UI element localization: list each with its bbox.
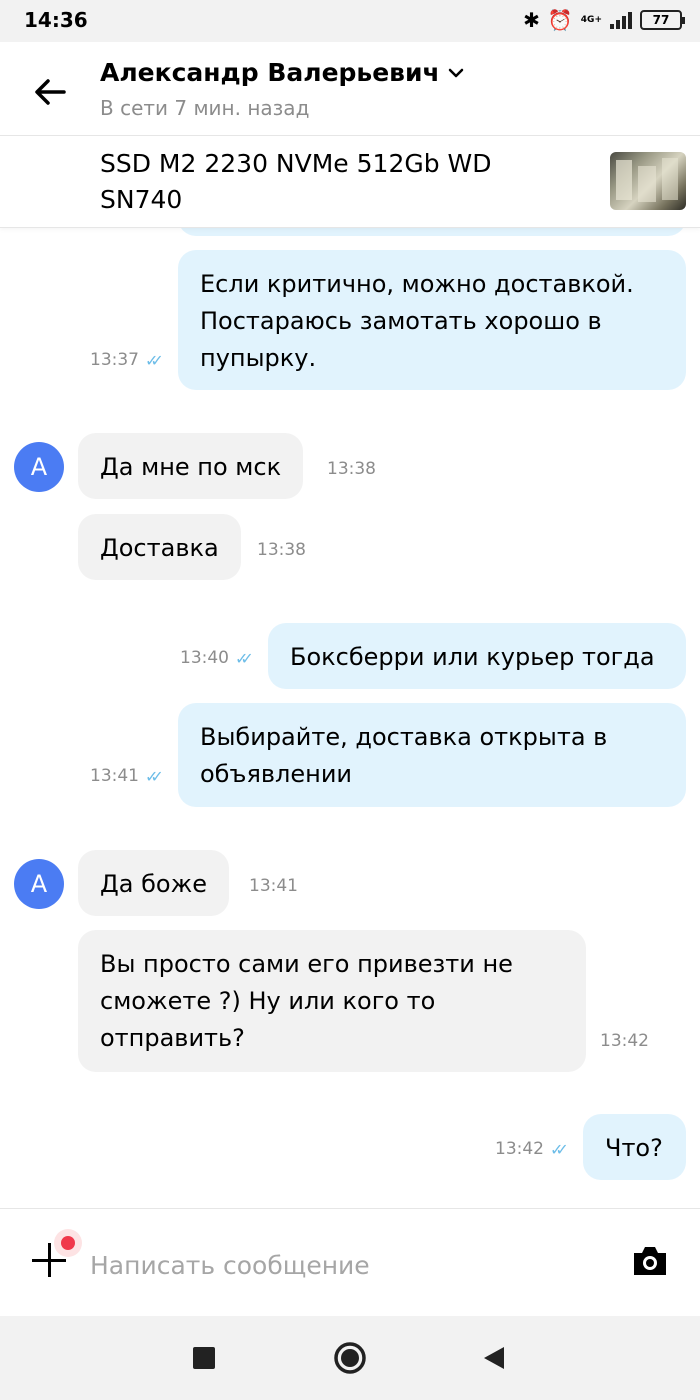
message-input[interactable] — [90, 1245, 590, 1285]
recents-button[interactable] — [186, 1340, 222, 1376]
nav-circle-icon — [334, 1342, 366, 1374]
contact-name: Александр Валерьевич — [100, 58, 440, 87]
battery-level: 77 — [652, 13, 670, 27]
notification-dot — [54, 1229, 82, 1257]
read-ticks-icon: ✓✓ — [550, 1139, 569, 1159]
message-composer — [0, 1208, 700, 1316]
contact-name-button[interactable]: Александр Валерьевич — [100, 58, 464, 87]
status-icons: ✱ ⏰ 4G+ 77 — [523, 8, 685, 32]
message-bubble-partial — [178, 228, 686, 236]
read-ticks-icon: ✓✓ — [145, 350, 164, 370]
listing-thumbnail — [610, 152, 686, 210]
message-time: 13:42 ✓✓ — [495, 1139, 569, 1159]
back-button[interactable] — [28, 70, 72, 114]
status-time: 14:36 — [24, 8, 88, 32]
message-text: Боксберри или курьер тогда — [290, 643, 655, 671]
message-bubble[interactable]: Да мне по мск — [78, 433, 304, 499]
listing-bar[interactable]: SSD M2 2230 NVMe 512Gb WD SN740 — [0, 136, 700, 228]
chat-header: Александр Валерьевич В сети 7 мин. назад — [0, 42, 700, 136]
battery-icon: 77 — [640, 10, 685, 30]
back-arrow-icon — [35, 79, 66, 105]
listing-title: SSD M2 2230 NVMe 512Gb WD SN740 — [100, 149, 492, 214]
avatar[interactable]: А — [14, 859, 64, 909]
message-text: Если критично, можно доставкой. Постараю… — [200, 270, 634, 372]
message-bubble[interactable]: Если критично, можно доставкой. Постараю… — [178, 250, 686, 390]
network-type: 4G+ — [580, 15, 602, 25]
message-time: 13:38 — [257, 540, 306, 560]
camera-button[interactable] — [630, 1243, 670, 1283]
signal-icon — [610, 11, 632, 29]
read-ticks-icon: ✓✓ — [235, 648, 254, 668]
back-nav-button[interactable] — [476, 1340, 512, 1376]
message-text: Да мне по мск — [100, 453, 282, 481]
message-time: 13:41 — [249, 876, 298, 896]
message-time: 13:40 ✓✓ — [180, 648, 254, 668]
nav-square-icon — [193, 1347, 215, 1369]
message-bubble[interactable]: Боксберри или курьер тогда — [268, 623, 686, 689]
message-time: 13:38 — [327, 459, 376, 479]
camera-icon — [634, 1247, 666, 1275]
message-text: Что? — [605, 1134, 663, 1162]
message-time: 13:42 — [600, 1031, 649, 1051]
bluetooth-icon: ✱ — [523, 8, 540, 32]
status-bar: 14:36 ✱ ⏰ 4G+ 77 — [0, 0, 700, 42]
message-time: 13:37 ✓✓ — [90, 350, 164, 370]
avatar[interactable]: А — [14, 442, 64, 492]
home-button[interactable] — [332, 1340, 368, 1376]
nav-triangle-icon — [484, 1347, 504, 1369]
message-text: Выбирайте, доставка открыта в объявлении — [200, 723, 608, 788]
alarm-icon: ⏰ — [547, 8, 573, 32]
message-list[interactable]: 13:37 ✓✓ Если критично, можно доставкой.… — [0, 228, 700, 1208]
message-bubble[interactable]: Выбирайте, доставка открыта в объявлении — [178, 703, 686, 807]
message-bubble[interactable]: Вы просто сами его привезти не сможете ?… — [78, 930, 586, 1072]
system-nav-bar — [0, 1316, 700, 1400]
contact-status: В сети 7 мин. назад — [100, 96, 310, 120]
message-bubble[interactable]: Доставка — [78, 514, 241, 580]
read-ticks-icon: ✓✓ — [145, 766, 164, 786]
message-bubble[interactable]: Да боже — [78, 850, 229, 916]
message-time: 13:41 ✓✓ — [90, 766, 164, 786]
message-bubble[interactable]: Что? — [583, 1114, 686, 1180]
message-text: Вы просто сами его привезти не сможете ?… — [100, 950, 513, 1052]
message-text: Доставка — [100, 534, 219, 562]
chevron-down-icon — [448, 68, 463, 77]
message-text: Да боже — [100, 870, 207, 898]
